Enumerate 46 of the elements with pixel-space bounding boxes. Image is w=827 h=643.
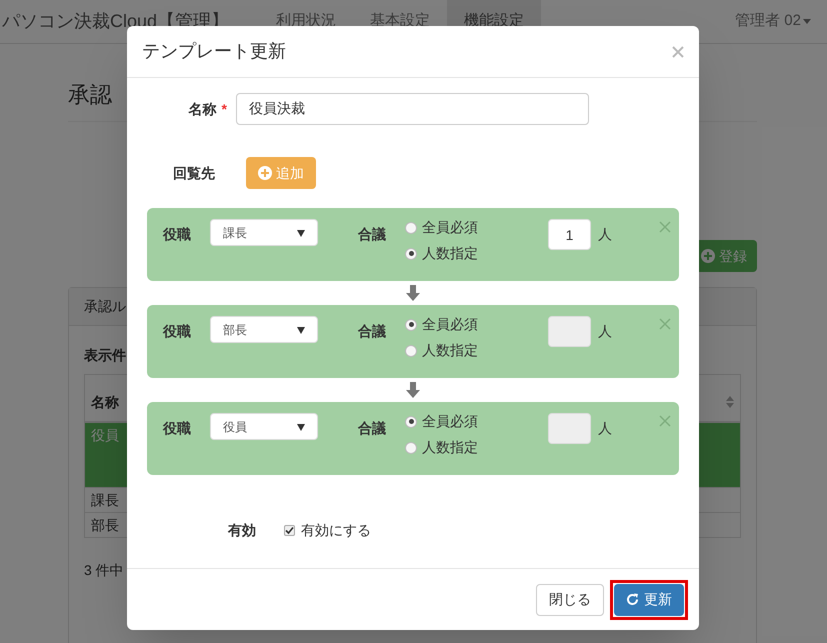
sort-icon [726,396,734,408]
pager-info: 3 件中 [84,561,125,580]
page-heading: 承認 [68,82,112,107]
table-cell: 部長 [91,517,119,533]
caret-icon [297,228,305,236]
count-field[interactable]: 1 [548,219,591,250]
down-arrow-icon [406,285,420,301]
plus-icon [258,166,272,180]
table-cell: 課長 [91,492,119,508]
field-label: 合議 [358,419,387,438]
checkbox-option[interactable]: 有効にする [284,520,371,540]
close-icon [659,318,671,330]
panel-title: 承認ル [84,297,126,316]
field-label: 名称 * [187,100,228,118]
unit-label: 人 [598,419,612,438]
field-label: 合議 [358,322,387,341]
refresh-icon [626,593,639,606]
field-label: 有効 [226,520,256,540]
column-header[interactable]: 名称 [91,392,119,412]
required-mark: * [222,100,227,116]
close-icon [659,221,671,233]
field-label: 役職 [163,225,192,244]
unit-label: 人 [598,322,612,341]
update-button[interactable]: 更新 [614,584,684,616]
close-icon [672,46,684,58]
down-arrow-icon [406,382,420,398]
caret-icon [803,19,811,24]
radio-option[interactable]: 全員必須 [405,218,478,237]
field-label: 役職 [163,322,192,341]
field-label: 役職 [163,419,192,438]
modal-title: テンプレート更新 [142,40,286,63]
field-label: 合議 [358,225,387,244]
plus-icon [701,249,715,263]
close-icon [659,415,671,427]
radio-button[interactable] [405,248,417,260]
unit-label: 人 [598,225,612,244]
radio-button[interactable] [405,222,417,234]
checkbox[interactable] [284,524,295,536]
field-label: 回覧先 [172,164,216,182]
table-cell: 役員 [91,426,119,442]
close-button[interactable]: 閉じる [536,584,604,616]
page-size-label: 表示件 [84,347,126,363]
role-select[interactable]: 課長 [210,219,318,246]
name-field[interactable]: 役員決裁 [236,93,589,125]
caret-icon [297,422,305,430]
radio-option[interactable]: 人数指定 [405,244,478,263]
